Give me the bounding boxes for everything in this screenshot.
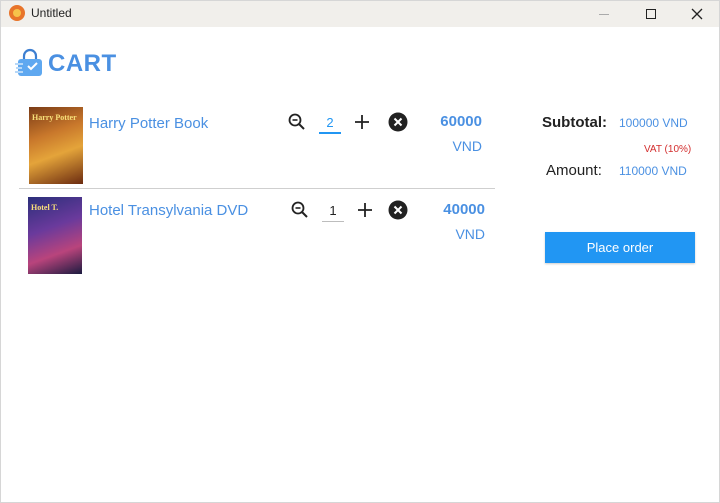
product-name[interactable]: Hotel Transylvania DVD bbox=[89, 202, 248, 219]
zoom-out-icon bbox=[288, 113, 305, 130]
zoom-out-icon bbox=[291, 201, 308, 218]
subtotal-value: 100000 VND bbox=[619, 116, 688, 130]
subtotal-label: Subtotal: bbox=[542, 114, 607, 131]
remove-circle-icon bbox=[388, 200, 408, 220]
place-order-button[interactable]: Place order bbox=[545, 232, 695, 263]
quantity-field[interactable]: 1 bbox=[322, 200, 344, 222]
app-icon bbox=[9, 5, 25, 21]
amount-value: 110000 VND bbox=[619, 164, 687, 178]
quantity-field[interactable]: 2 bbox=[319, 112, 341, 134]
cover-title-text: Harry Potter bbox=[32, 113, 77, 122]
vat-label: VAT (10%) bbox=[644, 144, 692, 155]
app-window: Untitled CART Harry Potter Harry Potter … bbox=[0, 0, 720, 503]
item-price: 40000 bbox=[443, 201, 485, 218]
item-currency: VND bbox=[452, 138, 482, 154]
remove-item-button[interactable] bbox=[387, 199, 409, 221]
cover-title-text: Hotel T. bbox=[31, 203, 59, 212]
title-bar: Untitled bbox=[1, 1, 719, 27]
remove-item-button[interactable] bbox=[387, 111, 409, 133]
item-currency: VND bbox=[455, 226, 485, 242]
decrease-quantity-button[interactable] bbox=[286, 111, 308, 133]
product-cover-image: Harry Potter bbox=[29, 107, 83, 184]
increase-quantity-button[interactable] bbox=[354, 199, 376, 221]
decrease-quantity-button[interactable] bbox=[289, 199, 311, 221]
minimize-button[interactable] bbox=[581, 1, 627, 27]
product-cover-image: Hotel T. bbox=[28, 197, 82, 274]
cart-item: Hotel T. Hotel Transylvania DVD 1 40000 … bbox=[19, 189, 495, 277]
page-title: CART bbox=[48, 50, 117, 77]
increase-quantity-button[interactable] bbox=[351, 111, 373, 133]
plus-icon bbox=[358, 203, 372, 217]
item-price: 60000 bbox=[440, 113, 482, 130]
shopping-bag-icon bbox=[15, 48, 42, 76]
window-title: Untitled bbox=[31, 6, 72, 20]
remove-circle-icon bbox=[388, 112, 408, 132]
plus-icon bbox=[355, 115, 369, 129]
close-window-button[interactable] bbox=[674, 1, 720, 27]
cart-item: Harry Potter Harry Potter Book 2 60000 V… bbox=[19, 101, 495, 189]
close-icon bbox=[691, 8, 703, 20]
amount-label: Amount: bbox=[546, 162, 602, 179]
product-name[interactable]: Harry Potter Book bbox=[89, 115, 208, 132]
maximize-button[interactable] bbox=[628, 1, 674, 27]
